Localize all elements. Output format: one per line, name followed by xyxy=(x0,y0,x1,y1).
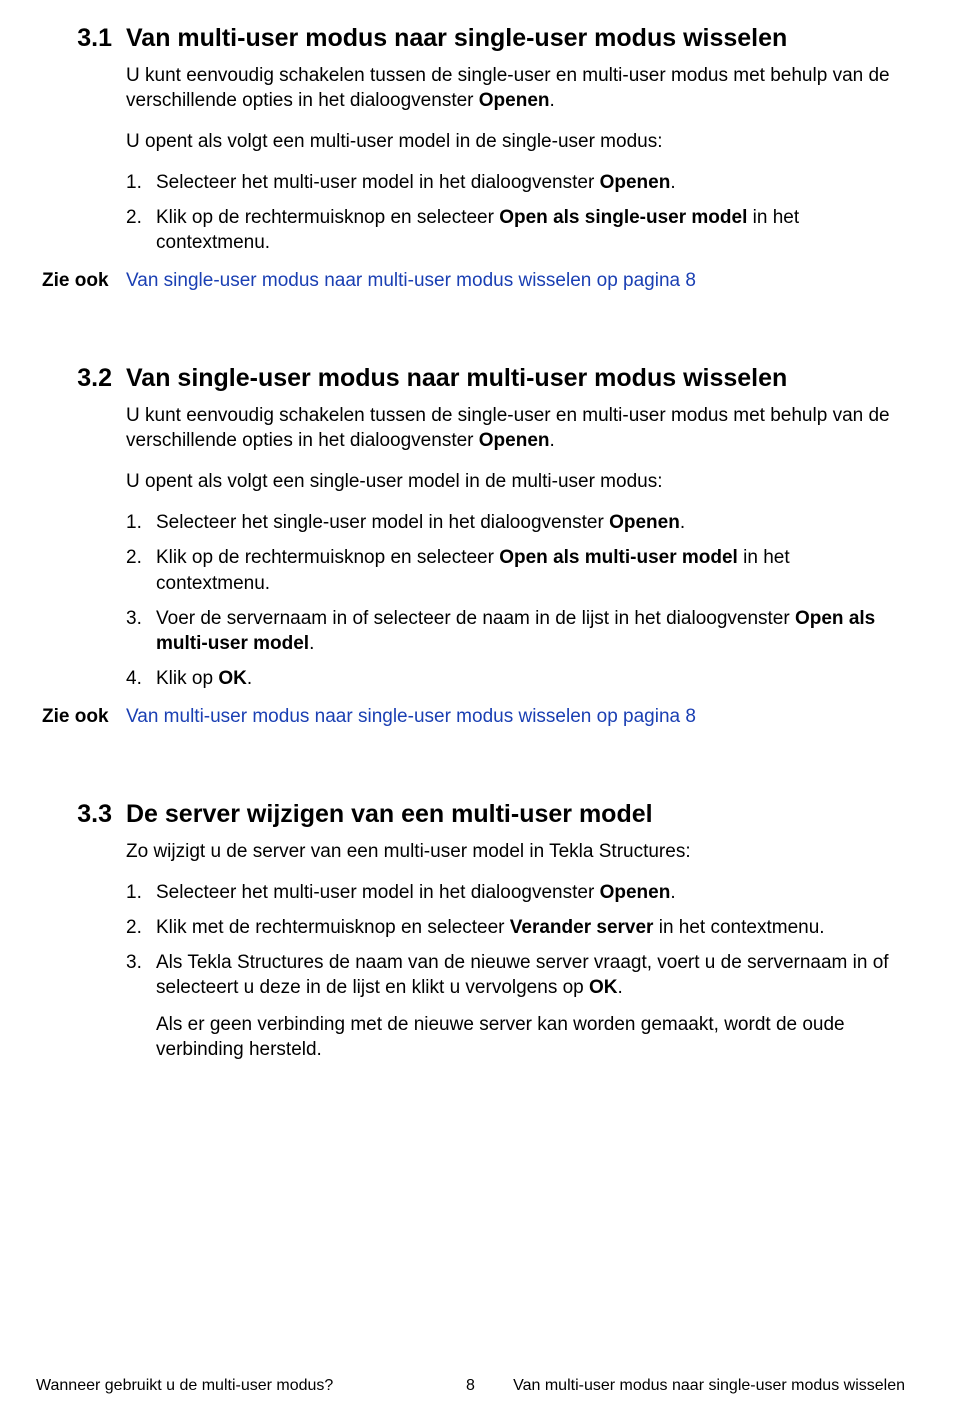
section-3-3: 3.3 De server wijzigen van een multi-use… xyxy=(36,800,905,1063)
list-item: 3. Voer de servernaam in of selecteer de… xyxy=(126,606,905,656)
list-item: 1. Selecteer het multi-user model in het… xyxy=(126,880,905,905)
see-also-link[interactable]: Van single-user modus naar multi-user mo… xyxy=(126,269,696,294)
list-text: Voer de servernaam in of selecteer de na… xyxy=(156,606,905,656)
list-number: 1. xyxy=(126,170,156,195)
intro-paragraph: U kunt eenvoudig schakelen tussen de sin… xyxy=(126,63,905,113)
list-text: Klik op de rechtermuisknop en selecteer … xyxy=(156,545,905,595)
heading-title: Van multi-user modus naar single-user mo… xyxy=(126,24,787,53)
list-number: 2. xyxy=(126,545,156,595)
lead-paragraph: U opent als volgt een single-user model … xyxy=(126,469,905,494)
list-text: Selecteer het single-user model in het d… xyxy=(156,510,905,535)
ordered-list: 1. Selecteer het multi-user model in het… xyxy=(126,170,905,255)
heading-title: De server wijzigen van een multi-user mo… xyxy=(126,800,653,829)
list-item: 2. Klik op de rechtermuisknop en selecte… xyxy=(126,545,905,595)
footer-page-number: 8 xyxy=(466,1377,475,1395)
see-also-label: Zie ook xyxy=(36,269,126,294)
section-3-1: 3.1 Van multi-user modus naar single-use… xyxy=(36,24,905,294)
footer-right: Van multi-user modus naar single-user mo… xyxy=(513,1377,905,1395)
list-number: 2. xyxy=(126,205,156,255)
section-3-2: 3.2 Van single-user modus naar multi-use… xyxy=(36,364,905,729)
footer-left: Wanneer gebruikt u de multi-user modus? xyxy=(36,1377,333,1395)
ordered-list: 1. Selecteer het single-user model in he… xyxy=(126,510,905,690)
see-also-link[interactable]: Van multi-user modus naar single-user mo… xyxy=(126,705,696,730)
see-also-label: Zie ook xyxy=(36,705,126,730)
list-text: Klik op OK. xyxy=(156,666,905,691)
list-item: 2. Klik met de rechtermuisknop en select… xyxy=(126,915,905,940)
heading-3-1: 3.1 Van multi-user modus naar single-use… xyxy=(36,24,905,53)
list-text-main: Als Tekla Structures de naam van de nieu… xyxy=(156,952,889,998)
list-text: Klik op de rechtermuisknop en selecteer … xyxy=(156,205,905,255)
list-number: 2. xyxy=(126,915,156,940)
list-text: Als Tekla Structures de naam van de nieu… xyxy=(156,950,905,1062)
list-number: 3. xyxy=(126,606,156,656)
list-item: 4. Klik op OK. xyxy=(126,666,905,691)
list-number: 1. xyxy=(126,880,156,905)
list-item: 1. Selecteer het multi-user model in het… xyxy=(126,170,905,195)
see-also-row: Zie ook Van multi-user modus naar single… xyxy=(36,705,905,730)
heading-3-2: 3.2 Van single-user modus naar multi-use… xyxy=(36,364,905,393)
heading-number: 3.1 xyxy=(36,24,126,53)
heading-number: 3.3 xyxy=(36,800,126,829)
lead-paragraph: Zo wijzigt u de server van een multi-use… xyxy=(126,839,905,864)
list-text: Klik met de rechtermuisknop en selecteer… xyxy=(156,915,905,940)
heading-3-3: 3.3 De server wijzigen van een multi-use… xyxy=(36,800,905,829)
list-item: 2. Klik op de rechtermuisknop en selecte… xyxy=(126,205,905,255)
list-text: Selecteer het multi-user model in het di… xyxy=(156,880,905,905)
list-extra-paragraph: Als er geen verbinding met de nieuwe ser… xyxy=(156,1012,905,1062)
see-also-row: Zie ook Van single-user modus naar multi… xyxy=(36,269,905,294)
ordered-list: 1. Selecteer het multi-user model in het… xyxy=(126,880,905,1062)
list-number: 4. xyxy=(126,666,156,691)
page: 3.1 Van multi-user modus naar single-use… xyxy=(0,0,960,1417)
lead-paragraph: U opent als volgt een multi-user model i… xyxy=(126,129,905,154)
intro-paragraph: U kunt eenvoudig schakelen tussen de sin… xyxy=(126,403,905,453)
section-body: Zo wijzigt u de server van een multi-use… xyxy=(126,839,905,1063)
page-footer: Wanneer gebruikt u de multi-user modus? … xyxy=(36,1377,905,1395)
list-number: 3. xyxy=(126,950,156,1062)
section-body: U kunt eenvoudig schakelen tussen de sin… xyxy=(126,63,905,255)
heading-title: Van single-user modus naar multi-user mo… xyxy=(126,364,787,393)
list-item: 1. Selecteer het single-user model in he… xyxy=(126,510,905,535)
heading-number: 3.2 xyxy=(36,364,126,393)
list-text: Selecteer het multi-user model in het di… xyxy=(156,170,905,195)
section-body: U kunt eenvoudig schakelen tussen de sin… xyxy=(126,403,905,691)
list-number: 1. xyxy=(126,510,156,535)
list-item: 3. Als Tekla Structures de naam van de n… xyxy=(126,950,905,1062)
